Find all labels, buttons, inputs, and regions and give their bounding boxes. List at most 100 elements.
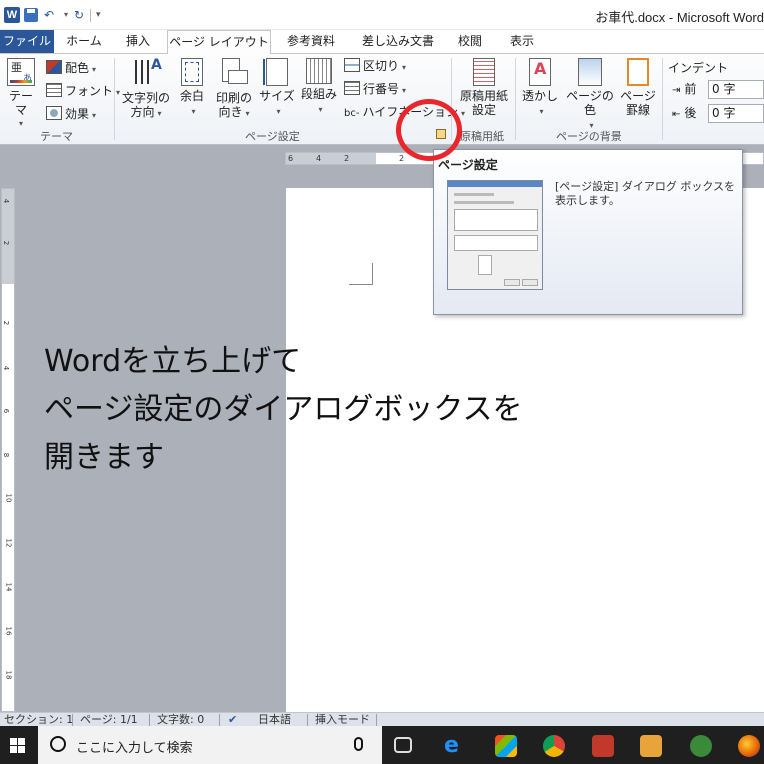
page-color-button[interactable]: ページの色 ▾: [562, 58, 618, 133]
size-icon: [263, 58, 288, 86]
undo-dropdown-icon[interactable]: ▾: [64, 7, 68, 23]
status-language[interactable]: 日本語: [258, 714, 291, 726]
breaks-button[interactable]: 区切り ▾: [344, 58, 406, 76]
cortana-icon: [50, 736, 66, 752]
margins-label: 余白: [179, 89, 204, 103]
orientation-label-1: 印刷の: [215, 91, 252, 105]
microphone-icon[interactable]: [354, 737, 363, 751]
edge-browser-icon[interactable]: e: [444, 735, 466, 757]
ruler-margin: [286, 153, 376, 164]
ruler-tick: 4: [2, 198, 11, 204]
watermark-button[interactable]: A 透かし ▾: [520, 58, 560, 119]
store-icon[interactable]: [495, 735, 517, 757]
indent-before-input[interactable]: 0 字: [708, 80, 764, 99]
orientation-icon: [219, 58, 249, 88]
ruler-tick: 4: [316, 154, 322, 163]
title-bar: W ↶ ▾ ↻ ▾ お車代.docx - Microsoft Word: [0, 0, 764, 30]
dialog-preview-thumbnail: [447, 180, 543, 290]
columns-dropdown-icon: ▾: [318, 105, 323, 114]
redo-icon[interactable]: ↻: [74, 7, 84, 23]
tab-references[interactable]: 参考資料: [278, 30, 344, 53]
colors-button[interactable]: 配色 ▾: [46, 60, 96, 78]
effects-label: 効果: [65, 107, 90, 121]
task-view-icon[interactable]: [394, 737, 412, 753]
indent-after-input[interactable]: 0 字: [708, 104, 764, 123]
size-dropdown-icon: ▾: [276, 107, 281, 116]
firefox-icon[interactable]: [738, 735, 760, 757]
start-button[interactable]: [0, 726, 38, 764]
group-label-theme: テーマ: [40, 130, 73, 143]
themes-button[interactable]: 亜 あ テーマ ▾: [4, 58, 38, 131]
text-direction-dropdown-icon: ▾: [157, 109, 162, 118]
page-setup-tooltip: ページ設定 [ページ設定] ダイアログ ボックスを表示します。: [433, 149, 743, 315]
page-borders-button[interactable]: ページ 罫線: [620, 58, 656, 117]
orientation-label-2: 向き: [218, 105, 243, 119]
tab-view[interactable]: 表示: [502, 30, 542, 53]
tab-home[interactable]: ホーム: [60, 30, 108, 53]
colors-label: 配色: [65, 61, 90, 75]
ruler-tick: 2: [2, 320, 11, 326]
colors-dropdown-icon: ▾: [92, 65, 97, 74]
effects-button[interactable]: 効果 ▾: [46, 106, 96, 124]
vertical-ruler[interactable]: 4 2 2 4 6 8 10 12 14 16 18: [1, 188, 15, 712]
status-separator: [307, 714, 308, 726]
themes-dropdown-icon: ▾: [18, 119, 23, 128]
ruler-tick: 4: [2, 365, 11, 371]
instruction-caption: Wordを立ち上げて ページ設定のダイアログボックスを 開きます: [44, 338, 523, 482]
text-direction-button[interactable]: A 文字列の 方向 ▾: [120, 58, 172, 121]
status-section[interactable]: セクション: 1: [4, 714, 73, 726]
save-icon[interactable]: [24, 8, 38, 22]
group-separator: [662, 58, 663, 140]
caption-line: ページ設定のダイアログボックスを: [44, 392, 523, 427]
orientation-dropdown-icon: ▾: [245, 109, 250, 118]
manuscript-icon: [473, 58, 495, 86]
themes-label: テーマ: [8, 89, 33, 117]
ruler-tick: 6: [2, 408, 11, 414]
size-button[interactable]: サイズ ▾: [259, 58, 295, 119]
qa-separator: [90, 9, 91, 22]
indent-after-icon: ⇤: [672, 109, 681, 120]
orientation-button[interactable]: 印刷の 向き ▾: [213, 58, 255, 121]
customize-qat-icon[interactable]: ▾: [96, 7, 101, 23]
undo-icon[interactable]: ↶: [44, 7, 54, 23]
chrome-icon[interactable]: [543, 735, 565, 757]
watermark-label: 透かし: [521, 89, 558, 103]
word-logo-icon[interactable]: W: [4, 7, 20, 23]
tab-page-layout[interactable]: ページ レイアウト: [167, 30, 271, 54]
breaks-label: 区切り: [363, 59, 400, 73]
tooltip-description: [ページ設定] ダイアログ ボックスを表示します。: [555, 180, 736, 207]
fonts-button[interactable]: フォント ▾: [46, 83, 120, 101]
status-words[interactable]: 文字数: 0: [157, 714, 204, 726]
tab-insert[interactable]: 挿入: [116, 30, 160, 53]
ruler-tick: 2: [2, 240, 11, 246]
indent-before-label-row: ⇥ 前: [672, 81, 696, 99]
columns-button[interactable]: 段組み ▾: [299, 58, 339, 117]
page-color-label: ページの色: [566, 89, 614, 117]
ruler-tick: 6: [288, 154, 294, 163]
ruler-tick: 16: [4, 626, 13, 636]
photo-app-icon[interactable]: [592, 735, 614, 757]
tab-mailings[interactable]: 差し込み文書: [352, 30, 444, 53]
green-app-icon[interactable]: [690, 735, 712, 757]
indent-after-label-row: ⇤ 後: [672, 105, 696, 123]
media-player-icon[interactable]: [640, 735, 662, 757]
line-numbers-label: 行番号: [363, 82, 400, 96]
watermark-icon: A: [529, 58, 551, 86]
margins-button[interactable]: 余白 ▾: [176, 58, 208, 119]
manuscript-label-2: 設定: [471, 103, 496, 117]
status-page[interactable]: ページ: 1/1: [80, 714, 138, 726]
breaks-dropdown-icon: ▾: [402, 63, 407, 72]
line-numbers-button[interactable]: 行番号 ▾: [344, 81, 406, 99]
fonts-label: フォント: [65, 84, 114, 98]
columns-icon: [306, 58, 332, 84]
themes-icon: 亜 あ: [7, 58, 35, 86]
taskbar-search-box[interactable]: ここに入力して検索: [38, 726, 382, 764]
manuscript-settings-button[interactable]: 原稿用紙 設定: [457, 58, 511, 117]
tab-file[interactable]: ファイル: [0, 30, 54, 53]
effects-dropdown-icon: ▾: [92, 111, 97, 120]
indent-title: インデント: [668, 61, 729, 75]
ruler-tick: 2: [344, 154, 350, 163]
proofing-icon[interactable]: ✔: [228, 714, 237, 726]
status-insert-mode[interactable]: 挿入モード: [315, 714, 370, 726]
tab-review[interactable]: 校閲: [452, 30, 488, 53]
